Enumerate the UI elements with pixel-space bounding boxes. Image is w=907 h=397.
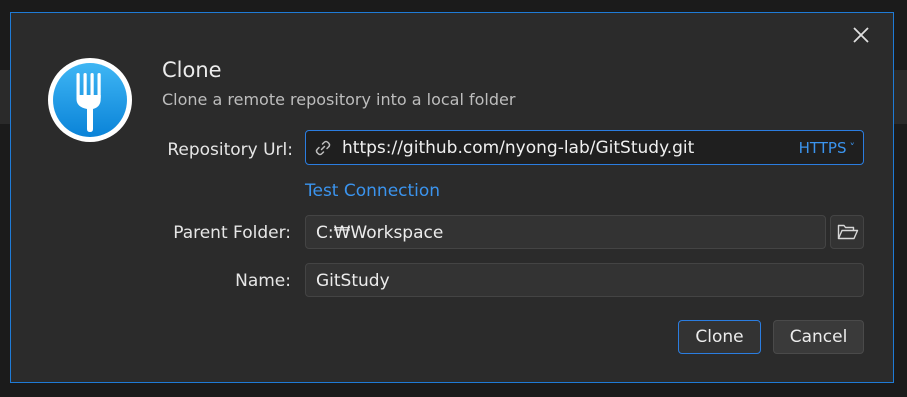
name-label: Name: <box>235 271 291 291</box>
repository-url-input[interactable]: https://github.com/nyong-lab/GitStudy.gi… <box>305 130 864 165</box>
fork-app-logo-icon <box>47 57 133 143</box>
cancel-button[interactable]: Cancel <box>773 320 864 354</box>
browse-folder-button[interactable] <box>830 215 864 249</box>
chevron-down-icon: ˅ <box>849 141 856 154</box>
folder-open-icon <box>837 224 859 240</box>
repository-url-label: Repository Url: <box>167 140 293 160</box>
name-input[interactable]: GitStudy <box>305 263 864 297</box>
protocol-dropdown[interactable]: HTTPS ˅ <box>799 139 855 157</box>
close-button[interactable] <box>851 25 871 45</box>
protocol-label: HTTPS <box>798 139 847 157</box>
dialog-subtitle: Clone a remote repository into a local f… <box>162 90 516 109</box>
parent-folder-label: Parent Folder: <box>173 223 291 243</box>
clone-button[interactable]: Clone <box>678 320 761 354</box>
link-icon <box>315 140 331 156</box>
dialog-title: Clone <box>162 58 222 82</box>
clone-dialog: Clone Clone a remote repository into a l… <box>10 12 894 383</box>
repository-url-value: https://github.com/nyong-lab/GitStudy.gi… <box>342 138 695 158</box>
parent-folder-input[interactable]: C:₩Workspace <box>305 215 826 249</box>
test-connection-link[interactable]: Test Connection <box>305 180 440 202</box>
close-icon <box>853 27 869 43</box>
